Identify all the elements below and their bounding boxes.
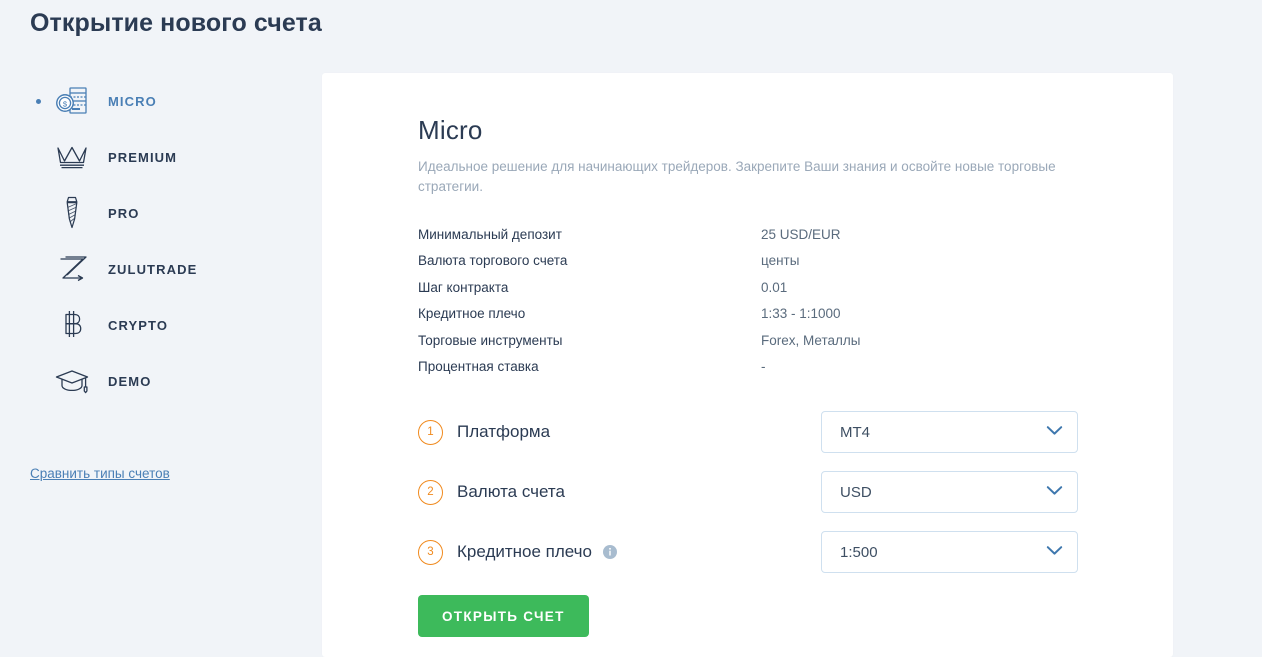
table-row: Кредитное плечо 1:33 - 1:1000 <box>418 301 1076 328</box>
spec-key: Валюта торгового счета <box>418 253 568 269</box>
info-icon[interactable] <box>603 545 617 559</box>
table-row: Процентная ставка - <box>418 354 1076 381</box>
table-row: Валюта торгового счета центы <box>418 248 1076 275</box>
chevron-down-icon <box>1046 423 1063 441</box>
specifications-table: Минимальный депозит 25 USD/EUR Валюта то… <box>418 221 1076 380</box>
plan-description: Идеальное решение для начинающих трейдер… <box>418 159 1056 194</box>
form-row-leverage: 3 Кредитное плечо 1:500 <box>418 522 1078 582</box>
table-row: Торговые инструменты Forex, Металлы <box>418 327 1076 354</box>
table-row: Шаг контракта 0.01 <box>418 274 1076 301</box>
page-title: Открытие нового счета <box>30 9 322 37</box>
crown-icon <box>52 138 92 176</box>
spec-key: Торговые инструменты <box>418 332 563 348</box>
compare-account-types-link[interactable]: Сравнить типы счетов <box>30 466 170 481</box>
form-label-platform: Платформа <box>457 422 551 441</box>
form-label-currency: Валюта счета <box>457 482 565 501</box>
sidebar-item-label: CRYPTO <box>108 317 169 333</box>
leverage-select[interactable]: 1:500 <box>821 531 1078 573</box>
sidebar-item-label: MICRO <box>108 93 157 109</box>
chevron-down-icon <box>1046 543 1063 561</box>
active-bullet-indicator <box>36 99 41 104</box>
platform-select[interactable]: MT4 <box>821 411 1078 453</box>
step-number-badge: 2 <box>418 479 443 505</box>
graduation-cap-icon <box>52 362 92 400</box>
spec-key: Минимальный депозит <box>418 226 562 242</box>
sidebar-item-crypto[interactable]: CRYPTO <box>0 297 322 353</box>
form-label-leverage: Кредитное плечо <box>457 542 592 561</box>
account-type-list: $ MICRO PREMIUM PRO ZULUTRADE CRYPTO DEM… <box>0 73 322 409</box>
spec-value: 25 USD/EUR <box>761 226 841 242</box>
plan-title: Micro <box>418 115 483 145</box>
card-content: Micro Идеальное решение для начинающих т… <box>322 73 1173 637</box>
zulutrade-z-icon <box>52 250 92 288</box>
sidebar-item-label: DEMO <box>108 373 152 389</box>
spec-key: Кредитное плечо <box>418 306 526 322</box>
account-open-form: 1 Платформа MT4 2 Валюта счета USD 3 Кре… <box>418 402 1078 637</box>
sidebar-item-label: PRO <box>108 205 140 221</box>
sidebar-item-label: PREMIUM <box>108 149 178 165</box>
coin-stack-icon: $ <box>52 82 92 120</box>
spec-value: 1:33 - 1:1000 <box>761 306 841 322</box>
necktie-icon <box>52 194 92 232</box>
form-row-platform: 1 Платформа MT4 <box>418 402 1078 462</box>
account-type-sidebar: $ MICRO PREMIUM PRO ZULUTRADE CRYPTO DEM… <box>0 73 322 657</box>
chevron-down-icon <box>1046 483 1063 501</box>
sidebar-item-zulutrade[interactable]: ZULUTRADE <box>0 241 322 297</box>
spec-key: Процентная ставка <box>418 359 539 375</box>
step-number-badge: 1 <box>418 419 443 445</box>
bitcoin-icon <box>52 306 92 344</box>
spec-value: Forex, Металлы <box>761 332 861 348</box>
platform-select-value: MT4 <box>840 423 870 441</box>
spec-value: - <box>761 359 766 375</box>
currency-select[interactable]: USD <box>821 471 1078 513</box>
spec-key: Шаг контракта <box>418 279 509 295</box>
open-account-button[interactable]: ОТКРЫТЬ СЧЕТ <box>418 595 589 637</box>
sidebar-item-demo[interactable]: DEMO <box>0 353 322 409</box>
sidebar-item-pro[interactable]: PRO <box>0 185 322 241</box>
table-row: Минимальный депозит 25 USD/EUR <box>418 221 1076 248</box>
sidebar-item-premium[interactable]: PREMIUM <box>0 129 322 185</box>
sidebar-item-label: ZULUTRADE <box>108 261 198 277</box>
sidebar-item-micro[interactable]: $ MICRO <box>0 73 322 129</box>
account-details-card: Micro Идеальное решение для начинающих т… <box>322 73 1173 657</box>
step-number-badge: 3 <box>418 539 443 565</box>
spec-value: 0.01 <box>761 279 788 295</box>
currency-select-value: USD <box>840 483 872 501</box>
form-row-currency: 2 Валюта счета USD <box>418 462 1078 522</box>
leverage-select-value: 1:500 <box>840 543 878 561</box>
spec-value: центы <box>761 253 800 269</box>
